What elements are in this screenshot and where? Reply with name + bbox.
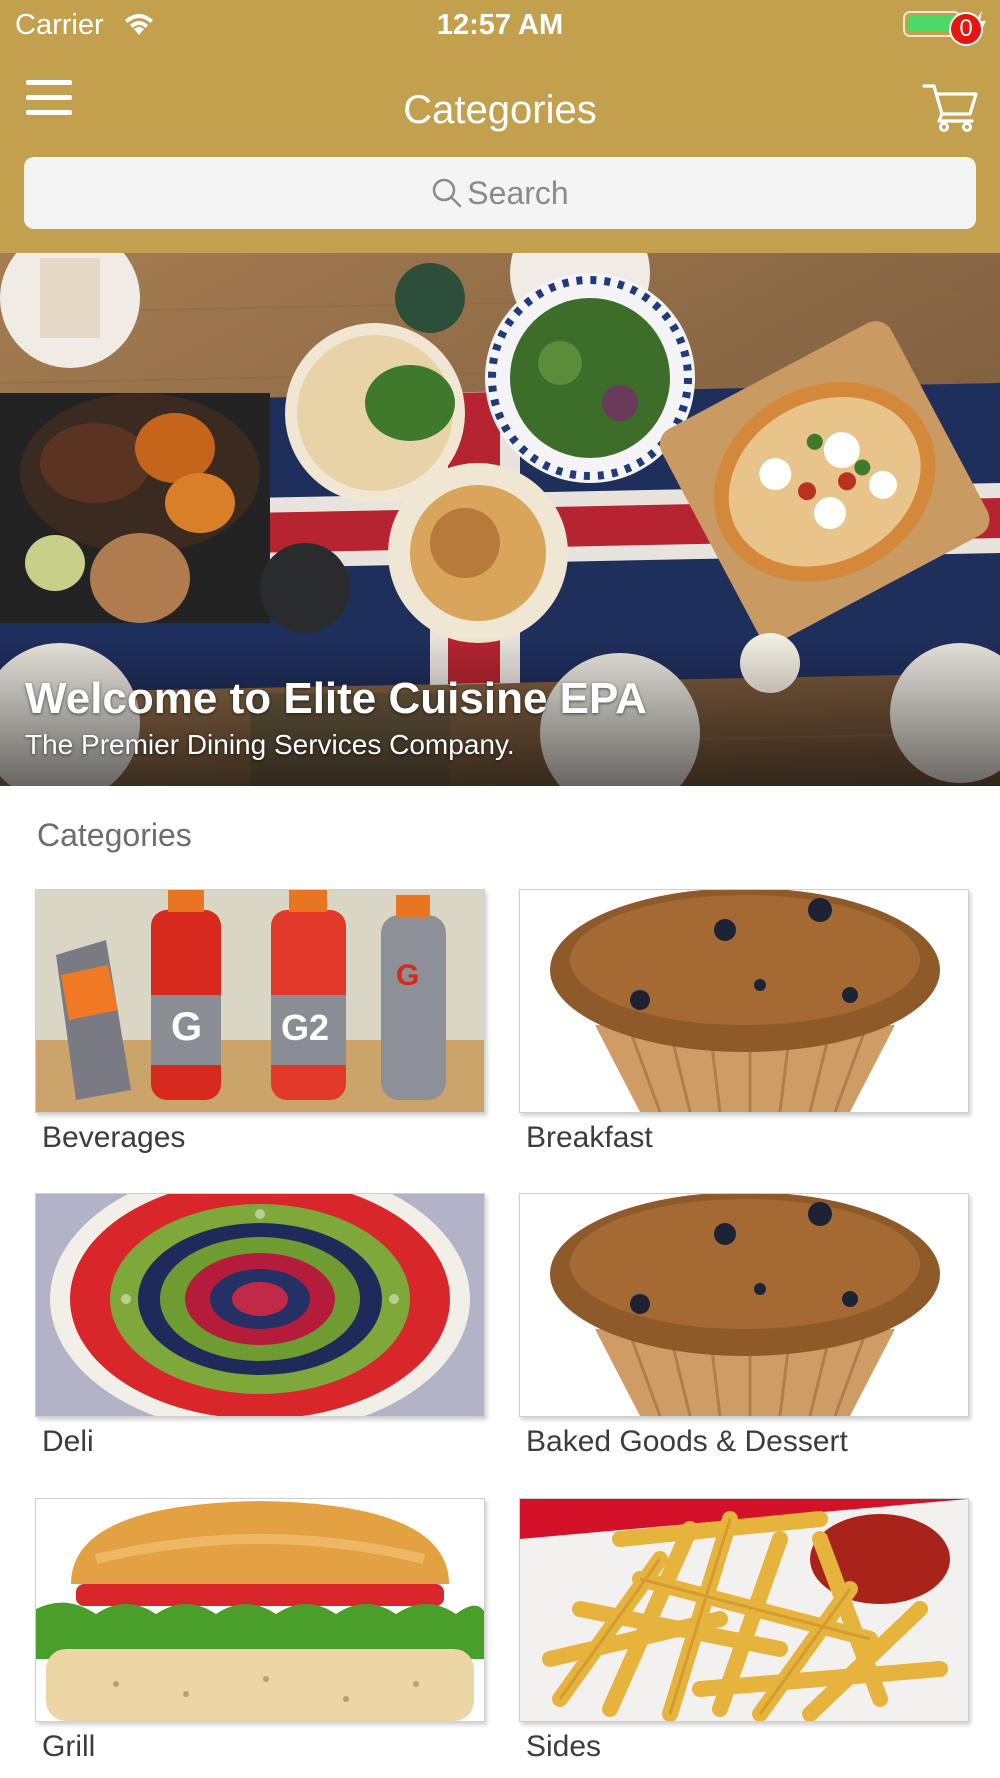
- hero-subtitle: The Premier Dining Services Company.: [25, 729, 515, 760]
- search-placeholder: Search: [467, 174, 569, 211]
- page-title: Categories: [403, 88, 597, 132]
- cart-count-badge: 0: [949, 12, 983, 46]
- fruit-tart-image: [36, 1194, 484, 1416]
- category-image: [35, 1193, 485, 1417]
- category-card-sides[interactable]: Sides: [519, 1498, 969, 1763]
- clock: 12:57 AM: [436, 9, 564, 41]
- hero-title: Welcome to Elite Cuisine EPA: [25, 674, 647, 723]
- category-image: [519, 889, 969, 1113]
- navigation-bar: Categories: [0, 50, 1000, 154]
- svg-text:G: G: [396, 959, 419, 992]
- search-icon: [433, 178, 462, 208]
- category-label: Baked Goods & Dessert: [526, 1425, 848, 1458]
- category-image: [519, 1193, 969, 1417]
- category-label: Deli: [42, 1425, 94, 1458]
- category-card-deli[interactable]: Deli: [35, 1193, 485, 1458]
- category-label: Breakfast: [526, 1121, 653, 1154]
- status-bar: Carrier 12:57 AM: [0, 0, 1000, 50]
- beverages-image: G G2 G: [36, 890, 484, 1112]
- category-image: G G2 G: [35, 889, 485, 1113]
- category-card-breakfast[interactable]: Breakfast: [519, 889, 969, 1154]
- header: Carrier 12:57 AM Categories 0 Search: [0, 0, 1000, 253]
- burger-image: [36, 1499, 484, 1721]
- fries-image: [520, 1499, 968, 1721]
- categories-heading: Categories: [37, 817, 192, 853]
- category-label: Grill: [42, 1730, 96, 1763]
- muffin-image: [520, 1194, 968, 1416]
- category-image: [519, 1498, 969, 1722]
- category-card-beverages[interactable]: G G2 G Beverages: [35, 889, 485, 1154]
- category-card-baked-goods-dessert[interactable]: Baked Goods & Dessert: [519, 1193, 969, 1458]
- category-card-grill[interactable]: Grill: [35, 1498, 485, 1763]
- category-label: Sides: [526, 1730, 602, 1763]
- svg-text:G: G: [171, 1005, 202, 1049]
- svg-text:G2: G2: [281, 1007, 329, 1048]
- category-image: [35, 1498, 485, 1722]
- hero-banner: Welcome to Elite Cuisine EPA The Premier…: [0, 253, 1000, 786]
- shopping-cart-icon[interactable]: [922, 80, 978, 132]
- muffin-image: [520, 890, 968, 1112]
- category-label: Beverages: [42, 1121, 186, 1154]
- search-bar[interactable]: Search: [24, 157, 976, 229]
